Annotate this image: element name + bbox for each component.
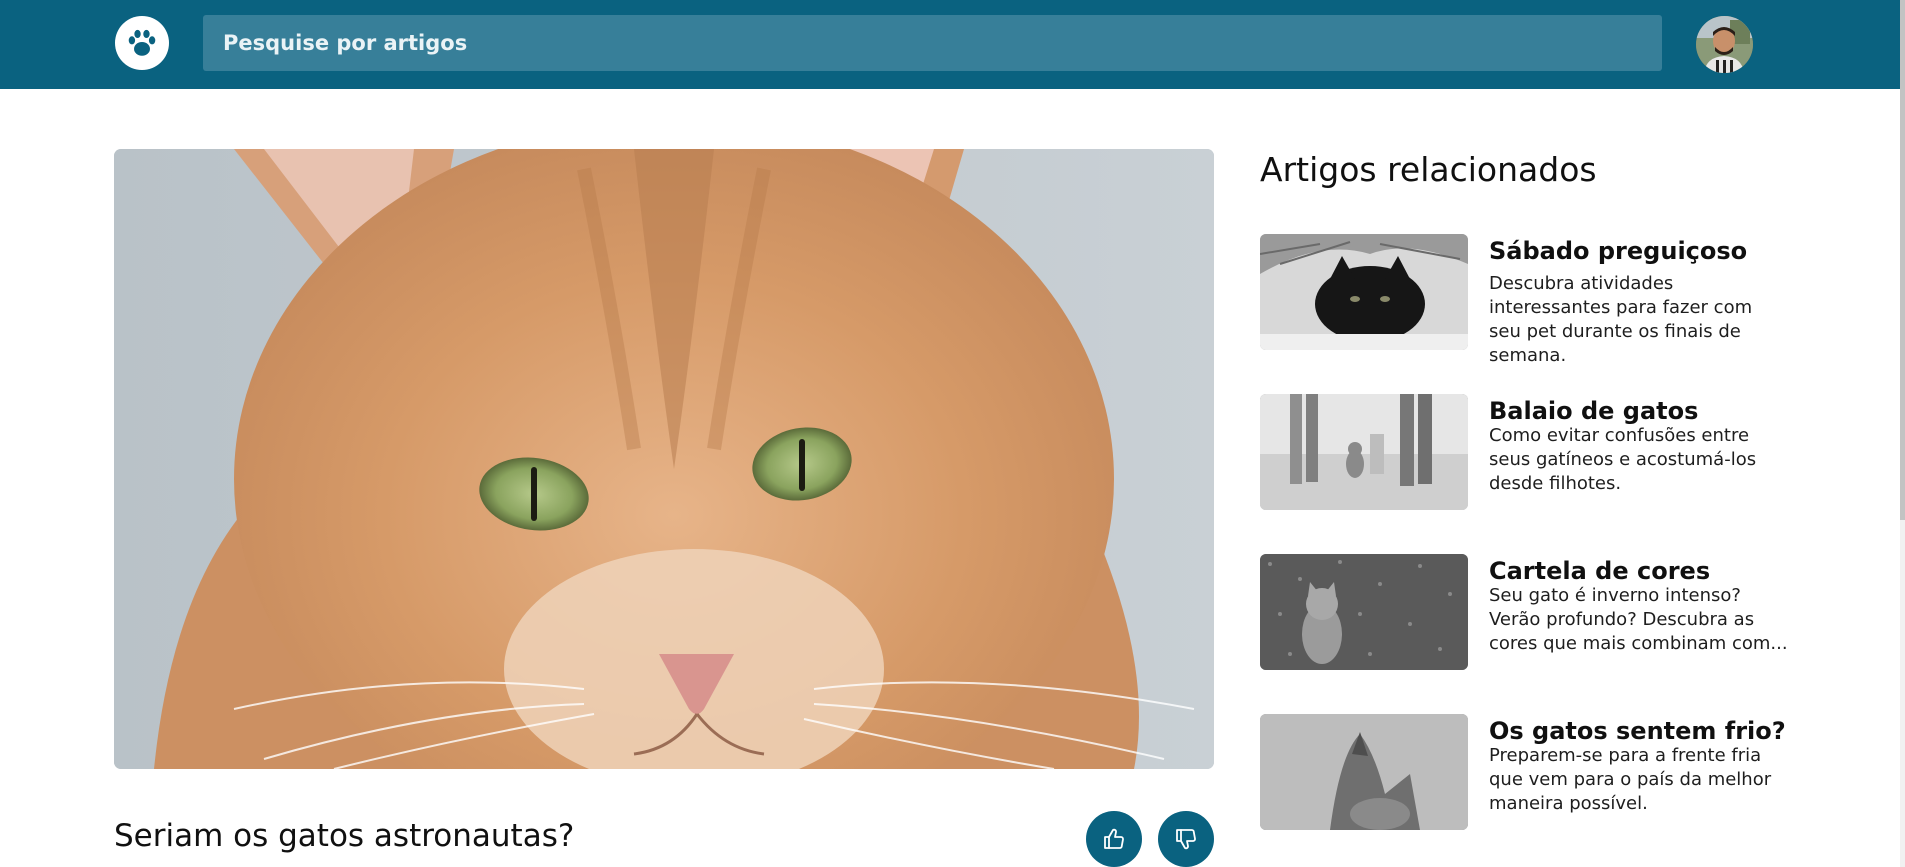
related-thumbnail (1260, 554, 1468, 670)
related-thumbnail (1260, 234, 1468, 350)
paw-icon (128, 29, 156, 56)
scrollbar-thumb[interactable] (1900, 0, 1905, 520)
top-header (0, 0, 1900, 89)
user-avatar[interactable] (1696, 16, 1753, 73)
logo[interactable] (115, 16, 169, 70)
related-heading: Artigos relacionados (1260, 150, 1597, 189)
page-scrollbar[interactable] (1900, 0, 1905, 867)
related-thumbnail (1260, 714, 1468, 830)
related-description: Como evitar confusões entre seus gatíneo… (1489, 425, 1757, 494)
hero-image (114, 149, 1214, 769)
related-thumbnail (1260, 394, 1468, 510)
related-description: Seu gato é inverno intenso? Verão profun… (1489, 585, 1788, 654)
thumbs-up-icon (1104, 828, 1124, 849)
related-title: Os gatos sentem frio? (1489, 717, 1786, 745)
related-description: Preparem-se para a frente fria que vem p… (1489, 745, 1772, 814)
related-item[interactable]: Sábado preguiçoso Descubra atividades in… (1260, 234, 1830, 366)
related-item[interactable]: Cartela de cores Seu gato é inverno inte… (1260, 554, 1830, 672)
related-title: Sábado preguiçoso (1489, 237, 1748, 265)
related-title: Cartela de cores (1489, 557, 1711, 585)
thumbs-down-icon (1176, 829, 1196, 850)
dislike-button[interactable] (1158, 811, 1214, 867)
related-item[interactable]: Balaio de gatos Como evitar confusões en… (1260, 394, 1830, 512)
related-item[interactable]: Os gatos sentem frio? Preparem-se para a… (1260, 714, 1830, 832)
article-title: Seriam os gatos astronautas? (114, 818, 575, 854)
search-input[interactable] (203, 15, 1662, 71)
related-description: Descubra atividades interessantes para f… (1489, 273, 1753, 366)
related-title: Balaio de gatos (1489, 397, 1699, 425)
like-button[interactable] (1086, 811, 1142, 867)
